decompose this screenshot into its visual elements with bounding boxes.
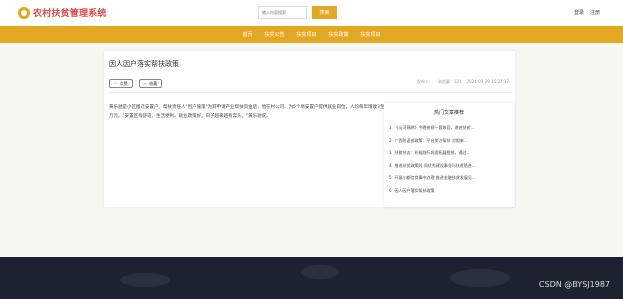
meta-views: 浏览量：121 [437,79,462,84]
main-nav: 首页 扶贫公告 扶贫项目 扶贫政策 扶贫项目 [0,26,623,43]
heart-icon: ♡ [114,81,118,86]
hot-article-item[interactable]: 1 《山河锦绣》今晚央视一套收官，讲述扶贫… [389,122,511,135]
like-button[interactable]: ♡ 点赞 [109,79,133,88]
hot-articles-title: 热门文章推荐 [433,110,464,116]
search-button[interactable]: 搜索 [312,6,337,19]
auth-links: 登录 注册 [574,9,600,16]
cloud-shape [300,265,340,279]
hot-articles-panel: 热门文章推荐 1 《山河锦绣》今晚央视一套收官，讲述扶贫… 2 广西防返贫政策：平台… [384,103,514,207]
favorite-button[interactable]: ☆ 收藏 [138,79,163,88]
cloud-shape [450,269,510,287]
star-icon: ☆ [143,81,148,86]
logo-text: 农村扶贫管理系统 [33,9,107,19]
watermark: CSDN @BYSJ1987 [538,280,610,289]
top-header: 农村扶贫管理系统 搜索 登录 注册 [0,0,623,26]
article-actions: ♡ 点赞 ☆ 收藏 [109,79,163,88]
divider [109,92,510,93]
favorite-label: 收藏 [149,80,158,86]
cloud-shape [120,273,170,287]
hot-article-item[interactable]: 2 广西防返贫政策：平台关注帮扶 对照来… [389,135,511,148]
footer-banner: CSDN @BYSJ1987 [0,257,623,299]
hot-article-item[interactable]: 6 因人因户落实帮扶政策 [389,185,511,198]
logo-icon [18,6,30,19]
hot-article-item[interactable]: 4 推进扶贫政策时 同优秀建设事业与扶贫结合… [389,160,511,173]
meta-time: 2024-03-29 15:27:37 [466,79,509,84]
hot-article-item[interactable]: 5 开展小额信贷事中办理 推进金融扶贫发展见… [389,172,511,185]
hot-articles-list: 1 《山河锦绣》今晚央视一套收官，讲述扶贫… 2 广西防返贫政策：平台关注帮扶 对照… [389,122,511,197]
meta-author: 发布人： [416,79,433,84]
article-title: 因人因户落实帮扶政策 [109,60,179,68]
hot-article-item[interactable]: 3 扶贫扶志：积极践行巩固拓展脱贫，通过… [389,147,511,160]
nav-item-policies[interactable]: 扶贫政策 [329,31,349,38]
article-meta: 发布人： 浏览量：121 2024-03-29 15:27:37 [417,79,509,85]
site-logo[interactable]: 农村扶贫管理系统 [18,6,107,19]
nav-item-announcements[interactable]: 扶贫公告 [264,31,284,38]
nav-item-projects-2[interactable]: 扶贫项目 [361,31,381,38]
article-content: 黄乐驰是小区搬迁安置户。帮扶责任人"因户施策"为其申请产业帮扶资金后，他在村公司… [109,105,388,119]
like-label: 点赞 [119,80,128,86]
nav-item-home[interactable]: 首页 [242,31,252,38]
search-area: 搜索 [258,6,337,19]
register-link[interactable]: 注册 [590,9,600,16]
login-link[interactable]: 登录 [574,9,584,16]
nav-item-projects[interactable]: 扶贫项目 [296,31,316,38]
search-input[interactable] [258,6,307,19]
